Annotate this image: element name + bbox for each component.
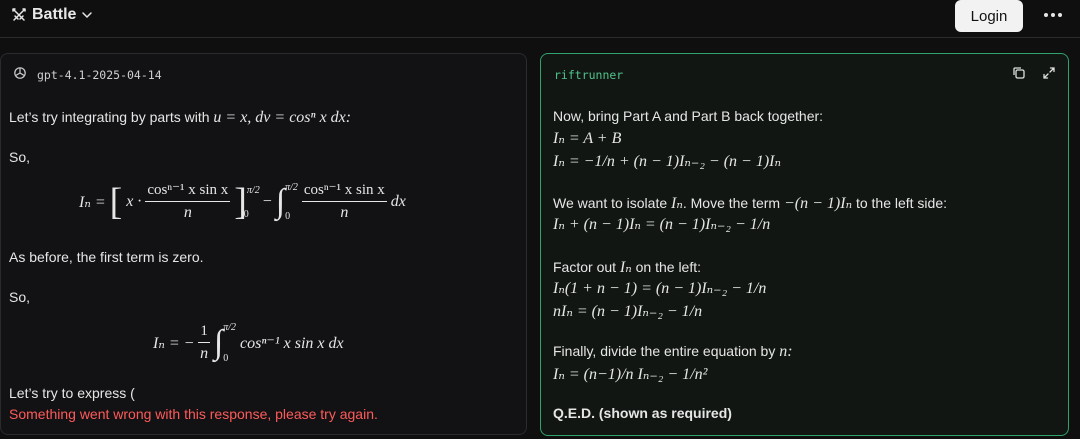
eq2-upper: π/2 [223,322,237,333]
text-so-2: So, [9,289,31,305]
text-try-to-express: Let’s try to express ( [9,385,135,401]
eq2-body: cosⁿ⁻¹ x sin x dx [240,335,344,352]
eq1-integral-fraction: cosⁿ⁻¹ x sin x n [301,182,387,221]
p2-math2: −(n − 1)Iₙ [784,195,853,212]
paragraph-divide: Finally, divide the entire equation by n… [553,343,793,361]
eq2-lower: 0 [223,353,229,364]
eq1-bracket-num: cosⁿ⁻¹ x sin x [145,182,231,202]
login-button[interactable]: Login [955,0,1023,32]
equation-integration-by-parts: Iₙ = [ x · cosⁿ⁻¹ x sin x n ] π/2 0 − ∫ … [79,182,406,222]
openai-icon [13,66,27,83]
equation-In-reduced: Iₙ = − 1 n ∫ π/2 0 cosⁿ⁻¹ x sin x dx [153,322,344,364]
error-message: Something went wrong with this response,… [9,406,378,422]
battle-mode-dropdown[interactable]: Battle [11,5,93,25]
eq1-lower-1: 0 [243,209,249,220]
text-bring-parts-together: Now, bring Part A and Part B back togeth… [553,108,824,124]
equation-move-term: Iₙ + (n − 1)Iₙ = (n − 1)Iₙ₋₂ − 1/n [553,216,771,233]
equation-final: Iₙ = (n−1)/n Iₙ₋₂ − 1/n² [553,366,708,383]
integral-sign: ∫ [275,183,286,220]
eq1-upper-1: π/2 [246,185,260,196]
expand-icon[interactable] [1042,66,1056,85]
response-panel-right: riftrunner Now, bring Part A and Part B … [540,53,1069,436]
swords-icon [11,7,27,23]
eq1-upper-2: π/2 [285,182,298,193]
panel-header-left: gpt-4.1-2025-04-14 [1,54,526,92]
math-inline-parts: u = x, dv = cosⁿ x dx: [213,109,352,126]
eq1-x-dot: x · [126,193,142,210]
chevron-down-icon [81,9,93,21]
p3-pre: Factor out [553,259,617,275]
p4-pre: Finally, divide the entire equation by [553,343,776,359]
p2-mid: . Move the term [682,195,781,211]
equation-nIn: nIₙ = (n − 1)Iₙ₋₂ − 1/n [553,303,703,320]
eq1-integral-limits: π/2 0 [285,182,298,222]
text-so-1: So, [9,149,31,165]
equation-factored: Iₙ(1 + n − 1) = (n − 1)Iₙ₋₂ − 1/n [553,280,767,297]
eq1-integral-den: n [340,203,349,221]
eq1-bracket-fraction: cosⁿ⁻¹ x sin x n [145,182,231,221]
p2-post: to the left side: [855,195,948,211]
p2-math1: Iₙ [671,195,683,212]
paragraph-integration-by-parts: Let’s try integrating by parts with u = … [9,109,351,127]
p3-math: Iₙ [619,259,632,276]
text-line1: Let’s try integrating by parts with [9,109,210,125]
eq1-dx: dx [390,193,406,210]
eq2-integral-limits: π/2 0 [223,322,236,364]
response-panel-left: gpt-4.1-2025-04-14 Let’s try integrating… [0,53,527,435]
panel-header-right: riftrunner [541,54,1068,92]
eq2-lhs: Iₙ = − [153,335,195,352]
eq1-bracket-den: n [183,203,192,221]
text-first-term-zero: As before, the first term is zero. [9,249,204,265]
qed-text: Q.E.D. (shown as required) [553,405,732,421]
equation-In-expanded: Iₙ = −1/n + (n − 1)Iₙ₋₂ − (n − 1)Iₙ [553,153,781,170]
p3-post: on the left: [635,259,702,275]
paragraph-isolate-In: We want to isolate Iₙ. Move the term −(n… [553,193,947,213]
eq1-minus: − [262,193,272,210]
model-name-right: riftrunner [554,68,624,82]
top-bar: Battle Login [0,0,1080,38]
brand-label: Battle [32,6,77,23]
integral-sign-2: ∫ [213,324,224,361]
eq2-frac-den: n [200,344,209,362]
p2-pre: We want to isolate [553,195,668,211]
eq1-lhs: Iₙ = [79,194,106,211]
model-name-left: gpt-4.1-2025-04-14 [37,67,162,82]
more-options-icon[interactable] [1042,6,1064,24]
equation-In-A-plus-B: Iₙ = A + B [553,130,622,147]
eq1-integral-num: cosⁿ⁻¹ x sin x [301,182,387,202]
eq2-frac-num: 1 [198,323,210,343]
left-bracket: [ [109,181,123,223]
p4-math: n: [779,343,793,360]
paragraph-factor-out: Factor out Iₙ on the left: [553,257,701,277]
eq2-fraction: 1 n [198,323,210,362]
copy-icon[interactable] [1012,66,1026,85]
eq1-lower-2: 0 [285,211,291,222]
